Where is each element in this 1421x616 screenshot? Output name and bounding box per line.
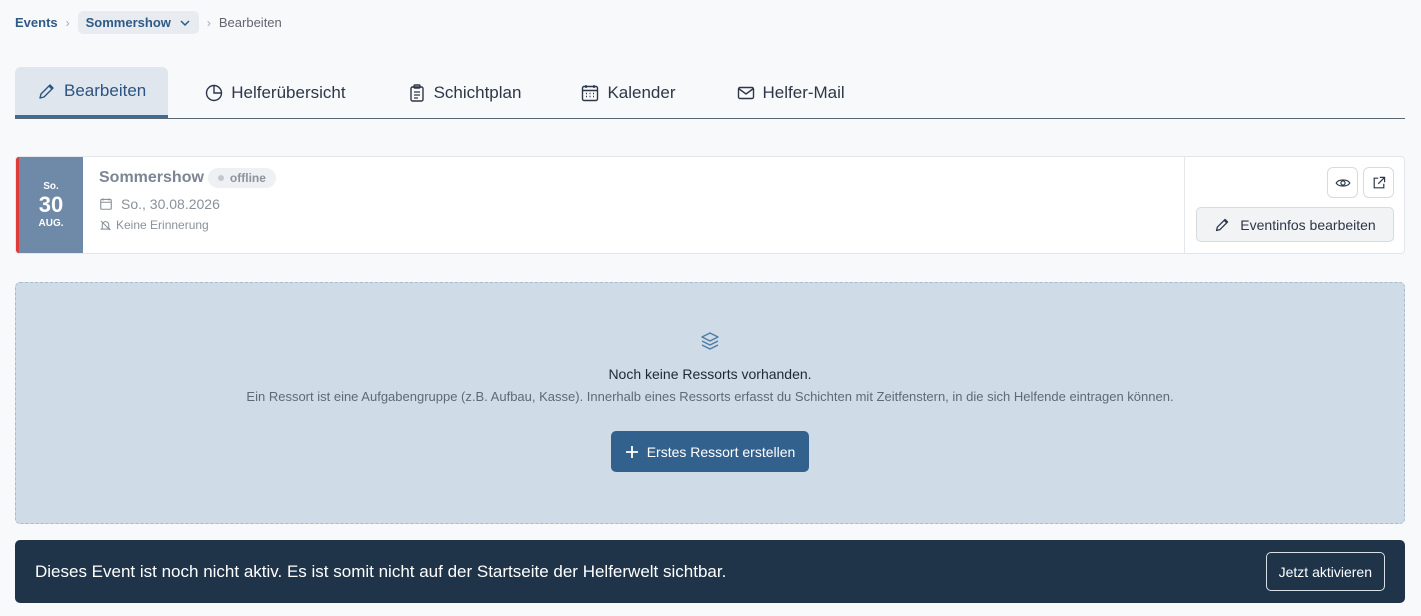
- clipboard-icon: [409, 83, 424, 102]
- status-label: offline: [229, 171, 266, 185]
- edit-event-info-button[interactable]: Eventinfos bearbeiten: [1196, 207, 1394, 242]
- pencil-icon: [1216, 218, 1229, 232]
- tab-kalender[interactable]: Kalender: [580, 67, 676, 118]
- tab-bar: Bearbeiten Helferübersicht Schichtplan K…: [15, 67, 1405, 119]
- activate-now-button[interactable]: Jetzt aktivieren: [1265, 552, 1385, 591]
- pie-chart-icon: [206, 84, 223, 101]
- chevron-right-icon: ›: [206, 15, 211, 30]
- open-external-button[interactable]: [1363, 167, 1394, 198]
- tab-label: Kalender: [607, 82, 676, 102]
- create-first-ressort-button[interactable]: Erstes Ressort erstellen: [610, 431, 810, 472]
- status-badge: offline: [207, 168, 276, 188]
- empty-state-description: Ein Ressort ist eine Aufgabengruppe (z.B…: [246, 389, 1174, 404]
- chevron-down-icon: [180, 19, 190, 26]
- tab-label: Schichtplan: [433, 82, 522, 102]
- tab-label: Helfer-Mail: [762, 82, 845, 102]
- inactive-event-banner: Dieses Event ist noch nicht aktiv. Es is…: [15, 540, 1405, 603]
- event-card: So. 30 AUG. Sommershow offline So., 30.0…: [15, 156, 1405, 254]
- empty-state-title: Noch keine Ressorts vorhanden.: [608, 366, 812, 382]
- edit-event-info-label: Eventinfos bearbeiten: [1240, 216, 1376, 233]
- external-link-icon: [1373, 176, 1385, 188]
- event-title: Sommershow: [99, 169, 204, 186]
- banner-message: Dieses Event ist noch nicht aktiv. Es is…: [35, 561, 727, 581]
- tab-schichtplan[interactable]: Schichtplan: [407, 67, 522, 118]
- chevron-right-icon: ›: [65, 15, 70, 30]
- event-date-box: So. 30 AUG.: [16, 157, 83, 253]
- breadcrumb: Events › Sommershow › Bearbeiten: [15, 10, 282, 35]
- date-day: 30: [38, 192, 64, 217]
- tab-helfer-mail[interactable]: Helfer-Mail: [736, 67, 845, 118]
- pencil-icon: [39, 84, 54, 99]
- tab-label: Bearbeiten: [64, 81, 147, 100]
- tab-bearbeiten[interactable]: Bearbeiten: [15, 67, 169, 118]
- page: Events › Sommershow › Bearbeiten Bearbei…: [0, 0, 1421, 616]
- plus-icon: [625, 445, 638, 458]
- eye-icon: [1335, 178, 1350, 187]
- tab-helferuebersicht[interactable]: Helferübersicht: [204, 67, 346, 118]
- breadcrumb-event-label: Sommershow: [85, 15, 171, 30]
- event-date: So., 30.08.2026: [121, 196, 220, 212]
- event-info: Sommershow offline So., 30.08.2026 Keine…: [83, 157, 1184, 253]
- layers-icon: [701, 332, 719, 350]
- calendar-icon: [100, 198, 112, 210]
- breadcrumb-event-dropdown[interactable]: Sommershow: [77, 11, 199, 34]
- breadcrumb-current: Bearbeiten: [218, 15, 282, 30]
- tab-label: Helferübersicht: [231, 82, 346, 102]
- date-month: AUG.: [38, 218, 64, 229]
- date-weekday: So.: [43, 181, 59, 192]
- create-first-ressort-label: Erstes Ressort erstellen: [646, 443, 796, 460]
- event-actions: Eventinfos bearbeiten: [1184, 157, 1404, 253]
- mail-icon: [737, 86, 754, 99]
- event-reminder: Keine Erinnerung: [116, 218, 209, 232]
- status-dot-icon: [217, 175, 224, 181]
- breadcrumb-events-link[interactable]: Events: [15, 15, 58, 30]
- bell-off-icon: [100, 220, 111, 230]
- empty-state-ressorts: Noch keine Ressorts vorhanden. Ein Resso…: [15, 282, 1405, 524]
- calendar-icon: [582, 84, 599, 101]
- preview-button[interactable]: [1327, 167, 1358, 198]
